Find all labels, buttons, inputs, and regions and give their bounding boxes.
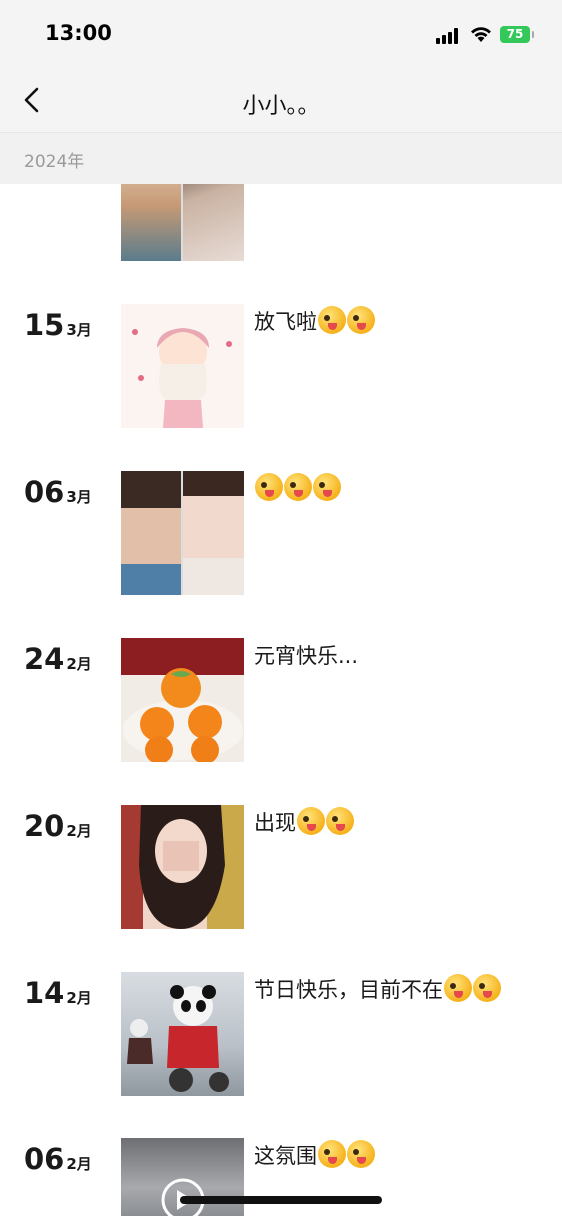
winking-tongue-emoji-icon xyxy=(313,473,341,501)
post-thumbnail[interactable] xyxy=(121,805,244,929)
year-label: 2024年 xyxy=(24,152,85,172)
post-thumbnail[interactable] xyxy=(121,471,244,595)
post-date: 14 2月 xyxy=(24,976,92,1010)
post-date: 15 3月 xyxy=(24,308,92,342)
winking-tongue-emoji-icon xyxy=(473,974,501,1002)
winking-tongue-emoji-icon xyxy=(297,807,325,835)
post-day: 20 xyxy=(24,809,65,843)
post-day: 06 xyxy=(24,1142,65,1176)
post-month: 2月 xyxy=(66,655,92,673)
post-month: 2月 xyxy=(66,822,92,840)
selfie-photo-image xyxy=(139,805,225,929)
post-caption-text: 这氛围 xyxy=(254,1144,317,1168)
post-thumbnail[interactable] xyxy=(121,184,244,261)
list-item[interactable]: 15 3月 放飞啦 xyxy=(0,304,562,428)
post-caption: 放飞啦 xyxy=(254,306,544,339)
post-date: 24 2月 xyxy=(24,642,92,676)
battery-icon: 75 xyxy=(500,26,534,43)
winking-tongue-emoji-icon xyxy=(326,807,354,835)
moments-feed[interactable]: 15 3月 放飞啦 06 3月 24 2月 元宵快乐... 20 2月 出现 1… xyxy=(0,184,562,1216)
post-day: 14 xyxy=(24,976,65,1010)
winking-tongue-emoji-icon xyxy=(444,974,472,1002)
winking-tongue-emoji-icon xyxy=(284,473,312,501)
status-bar: 13:00 75 xyxy=(0,0,562,70)
post-caption-text: 放飞啦 xyxy=(254,310,317,334)
post-month: 3月 xyxy=(66,321,92,339)
post-caption: 节日快乐，目前不在 xyxy=(254,974,544,1007)
list-item[interactable]: 06 3月 xyxy=(0,471,562,595)
winking-tongue-emoji-icon xyxy=(255,473,283,501)
year-header: 2024年 xyxy=(0,133,562,184)
post-caption: 出现 xyxy=(254,807,544,840)
post-thumbnail[interactable] xyxy=(121,304,244,428)
post-video-thumbnail[interactable] xyxy=(121,1138,244,1216)
post-caption: 这氛围 xyxy=(254,1140,544,1173)
post-day: 06 xyxy=(24,475,65,509)
post-day: 24 xyxy=(24,642,65,676)
cellular-signal-icon xyxy=(436,28,462,44)
post-thumbnail[interactable] xyxy=(121,638,244,762)
post-month: 2月 xyxy=(66,1155,92,1173)
panda-scooter-image xyxy=(127,985,229,1092)
list-item[interactable]: 24 2月 元宵快乐... xyxy=(0,638,562,762)
post-caption-text: 出现 xyxy=(254,811,296,835)
post-caption-text: 元宵快乐... xyxy=(254,644,359,668)
post-caption-text: 节日快乐，目前不在 xyxy=(254,978,443,1002)
wifi-icon xyxy=(471,27,491,42)
winking-tongue-emoji-icon xyxy=(347,1140,375,1168)
winking-tongue-emoji-icon xyxy=(347,306,375,334)
post-day: 15 xyxy=(24,308,65,342)
home-indicator[interactable] xyxy=(180,1196,382,1204)
post-date: 06 2月 xyxy=(24,1142,92,1176)
post-month: 2月 xyxy=(66,989,92,1007)
post-caption: 元宵快乐... xyxy=(254,640,544,673)
post-month: 3月 xyxy=(66,488,92,506)
nav-bar: 小小。。 xyxy=(0,70,562,133)
list-item[interactable]: 14 2月 节日快乐，目前不在 xyxy=(0,972,562,1096)
page-title: 小小。。 xyxy=(242,94,320,119)
post-date: 20 2月 xyxy=(24,809,92,843)
list-item[interactable]: 06 2月 这氛围 xyxy=(0,1138,562,1216)
list-item[interactable]: 20 2月 出现 xyxy=(0,805,562,929)
winking-tongue-emoji-icon xyxy=(318,306,346,334)
post-date: 06 3月 xyxy=(24,475,92,509)
post-thumbnail[interactable] xyxy=(121,972,244,1096)
status-time: 13:00 xyxy=(45,21,112,45)
tangyuan-dessert-image xyxy=(123,668,243,762)
post-caption xyxy=(254,473,544,506)
play-icon xyxy=(161,1178,205,1216)
cartoon-girl-image xyxy=(132,328,232,428)
winking-tongue-emoji-icon xyxy=(318,1140,346,1168)
